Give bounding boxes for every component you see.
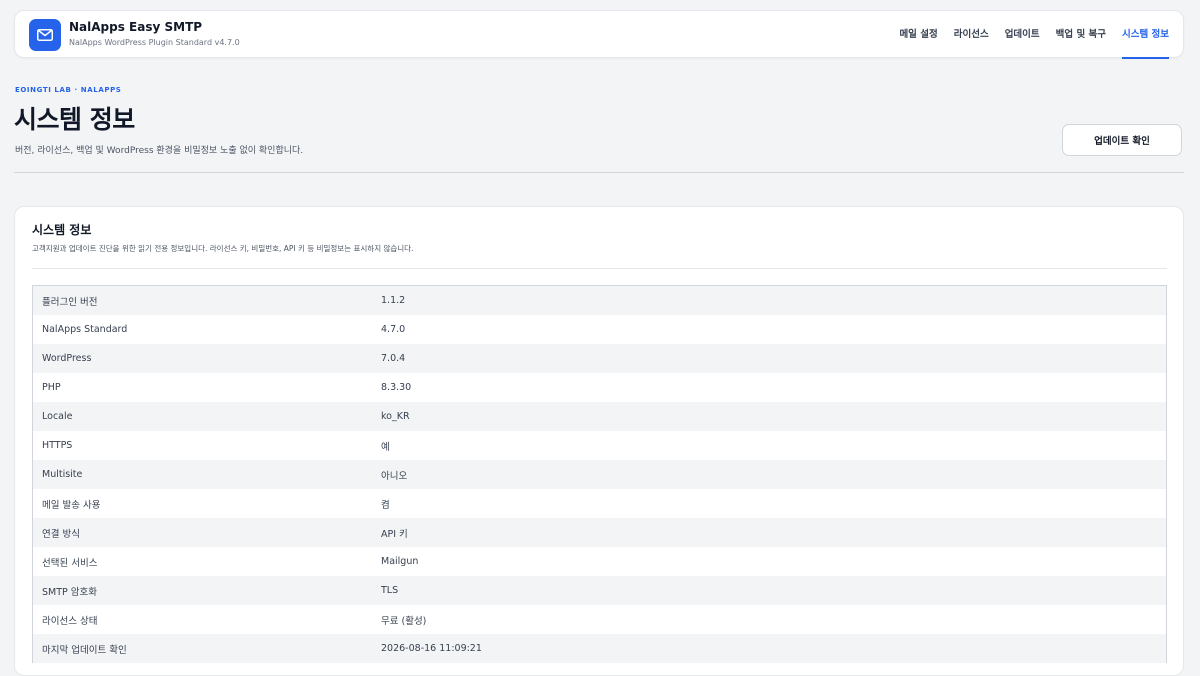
row-key: 메일 발송 사용 — [42, 499, 101, 511]
row-value: API 키 — [381, 528, 408, 540]
row-key: 선택된 서비스 — [42, 557, 98, 569]
check-update-button[interactable]: 업데이트 확인 — [1062, 124, 1182, 156]
row-key: PHP — [42, 382, 61, 393]
table-row: WordPress 7.0.4 — [33, 344, 1166, 373]
row-key: Locale — [42, 411, 73, 422]
table-row: 플러그인 버전 1.1.2 — [33, 286, 1166, 315]
row-value: TLS — [381, 585, 399, 596]
nav-mail-settings[interactable]: 메일 설정 — [899, 11, 937, 59]
row-value: 8.3.30 — [381, 382, 412, 393]
row-value: 7.0.4 — [381, 353, 406, 364]
system-info-table: 플러그인 버전 1.1.2 NalApps Standard 4.7.0 Wor… — [32, 285, 1167, 663]
top-bar: NalApps Easy SMTP NalApps WordPress Plug… — [14, 10, 1184, 59]
table-row: NalApps Standard 4.7.0 — [33, 315, 1166, 344]
card-description: 고객지원과 업데이트 진단을 위한 읽기 전용 정보입니다. 라이선스 키, 비… — [32, 244, 414, 253]
row-value: 4.7.0 — [381, 324, 406, 335]
row-key: HTTPS — [42, 440, 73, 451]
row-key: 플러그인 버전 — [42, 296, 98, 308]
header-divider — [14, 172, 1184, 173]
row-value: 2026-08-16 11:09:21 — [381, 643, 482, 654]
envelope-icon — [29, 19, 61, 51]
row-key: Multisite — [42, 469, 83, 480]
row-key: 마지막 업데이트 확인 — [42, 644, 127, 656]
row-key: SMTP 암호화 — [42, 586, 97, 598]
system-info-card: 시스템 정보 고객지원과 업데이트 진단을 위한 읽기 전용 정보입니다. 라이… — [14, 206, 1184, 676]
row-value: 무료 (활성) — [381, 615, 427, 627]
row-value: 켬 — [381, 499, 390, 511]
brand-title: NalApps Easy SMTP — [69, 20, 203, 34]
brand-subtitle: NalApps WordPress Plugin Standard v4.7.0 — [69, 38, 240, 47]
nav-update[interactable]: 업데이트 — [1005, 11, 1040, 59]
page-title: 시스템 정보 — [14, 105, 135, 134]
table-row: Multisite 아니오 — [33, 460, 1166, 489]
card-title: 시스템 정보 — [32, 223, 92, 237]
row-value: 예 — [381, 441, 390, 453]
table-row: 메일 발송 사용 켬 — [33, 489, 1166, 518]
eyebrow-label: EOINGTI LAB · NALAPPS — [15, 86, 122, 94]
main-nav: 메일 설정 라이선스 업데이트 백업 및 복구 시스템 정보 — [899, 11, 1170, 59]
nav-system-info[interactable]: 시스템 정보 — [1121, 11, 1170, 59]
table-row: HTTPS 예 — [33, 431, 1166, 460]
row-value: 1.1.2 — [381, 295, 406, 306]
nav-backup-restore[interactable]: 백업 및 복구 — [1056, 11, 1106, 59]
row-key: NalApps Standard — [42, 324, 128, 335]
table-row: Locale ko_KR — [33, 402, 1166, 431]
table-row: 선택된 서비스 Mailgun — [33, 547, 1166, 576]
row-key: 연결 방식 — [42, 528, 80, 540]
nav-license[interactable]: 라이선스 — [954, 11, 989, 59]
table-row: SMTP 암호화 TLS — [33, 576, 1166, 605]
table-row: 연결 방식 API 키 — [33, 518, 1166, 547]
row-key: WordPress — [42, 353, 92, 364]
row-value: 아니오 — [381, 470, 408, 482]
row-value: ko_KR — [381, 411, 410, 422]
table-row: 라이선스 상태 무료 (활성) — [33, 605, 1166, 634]
table-row: 마지막 업데이트 확인 2026-08-16 11:09:21 — [33, 634, 1166, 663]
page-description: 버전, 라이선스, 백업 및 WordPress 환경을 비밀정보 노출 없이 … — [15, 146, 304, 156]
row-key: 라이선스 상태 — [42, 615, 98, 627]
row-value: Mailgun — [381, 556, 419, 567]
table-row: PHP 8.3.30 — [33, 373, 1166, 402]
card-divider — [32, 268, 1167, 269]
